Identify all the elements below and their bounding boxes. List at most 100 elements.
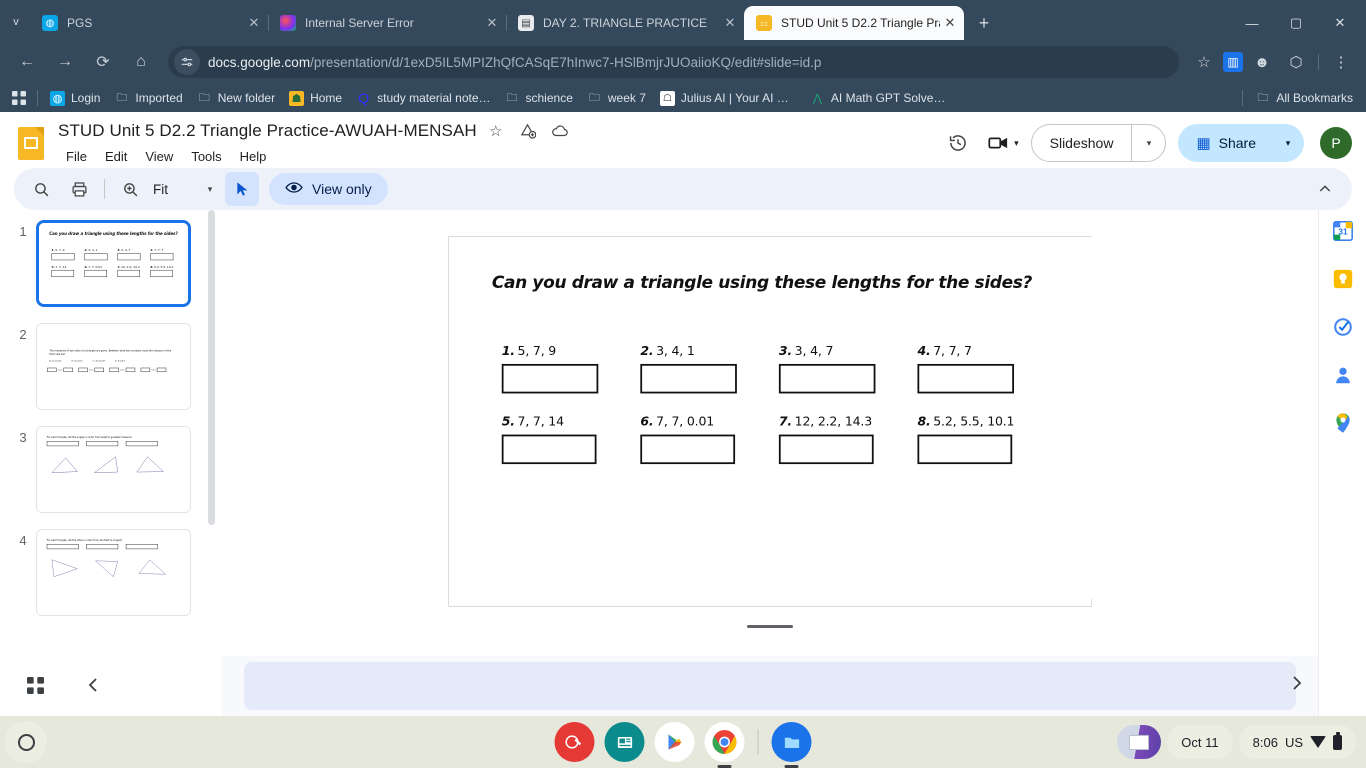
system-tray[interactable]: 8:06 US: [1238, 725, 1356, 759]
avatar[interactable]: P: [1320, 127, 1352, 159]
google-maps-icon[interactable]: [1332, 412, 1354, 434]
bookmark-week7[interactable]: 🗀 week 7: [580, 89, 653, 108]
answer-box-3[interactable]: [778, 363, 876, 394]
thumbnail-slide-4[interactable]: 4 For each triangle, list the sides in o…: [10, 529, 222, 616]
tab-internal-server-error[interactable]: Internal Server Error ✕: [268, 6, 506, 40]
camera-icon[interactable]: [983, 124, 1013, 162]
forward-button[interactable]: →: [49, 46, 81, 78]
bookmark-login[interactable]: ◍ Login: [43, 89, 107, 108]
menu-file[interactable]: File: [58, 147, 95, 166]
window-preview-thumbnail[interactable]: [1117, 725, 1162, 759]
slideshow-options-button[interactable]: ▾: [1131, 125, 1165, 161]
close-icon[interactable]: ✕: [482, 13, 502, 33]
bookmark-home[interactable]: ☗ Home: [282, 89, 349, 108]
extension-blue-icon[interactable]: ▥: [1223, 52, 1243, 72]
all-bookmarks-button[interactable]: 🗀 All Bookmarks: [1248, 89, 1360, 108]
bookmark-ai-math-gpt[interactable]: ⋀ AI Math GPT Solver…: [803, 89, 953, 108]
close-icon[interactable]: ✕: [720, 13, 740, 33]
thumbnail-slide-1[interactable]: 1 Can you draw a triangle using these le…: [10, 220, 222, 307]
slide-thumbnail[interactable]: Can you draw a triangle using these leng…: [36, 220, 191, 307]
print-icon[interactable]: [62, 172, 96, 206]
google-tasks-icon[interactable]: [1332, 316, 1354, 338]
share-button[interactable]: ▦ Share: [1178, 124, 1272, 162]
answer-box-6[interactable]: [640, 434, 736, 465]
answer-box-1[interactable]: [501, 363, 599, 394]
chevron-up-icon[interactable]: [1308, 172, 1342, 206]
bookmark-julius-ai[interactable]: ☖ Julius AI | Your AI D…: [653, 89, 803, 108]
chrome-icon[interactable]: [704, 722, 745, 768]
slide-thumbnail[interactable]: For each triangle, list the sides in ord…: [36, 529, 191, 616]
menu-view[interactable]: View: [137, 147, 181, 166]
answer-box-8[interactable]: [917, 434, 1013, 465]
chevron-right-icon[interactable]: [1290, 675, 1304, 696]
bookmark-new-folder[interactable]: 🗀 New folder: [190, 89, 282, 108]
thumbnail-slide-3[interactable]: 3 For each triangle, list the angles in …: [10, 426, 222, 513]
date-pod[interactable]: Oct 11: [1167, 725, 1233, 759]
share-options-button[interactable]: ▾: [1272, 124, 1304, 162]
menu-help[interactable]: Help: [232, 147, 275, 166]
zoom-icon[interactable]: [113, 172, 147, 206]
tab-stud-unit5-triangle-practice[interactable]: ▭ STUD Unit 5 D2.2 Triangle Prac ✕: [744, 6, 964, 40]
google-contacts-icon[interactable]: [1332, 364, 1354, 386]
slide-thumbnail[interactable]: The measures of two sides of a triangle …: [36, 323, 191, 410]
notes-resize-handle[interactable]: [747, 625, 793, 628]
answer-box-4[interactable]: [917, 363, 1015, 394]
launcher-icon[interactable]: [5, 721, 47, 763]
reload-button[interactable]: ⟳: [87, 46, 119, 78]
select-cursor-icon[interactable]: [225, 172, 259, 206]
maximize-button[interactable]: ▢: [1274, 6, 1318, 40]
tab-day2-triangle-practice[interactable]: ▤ DAY 2. TRIANGLE PRACTICE ✕: [506, 6, 744, 40]
zoom-level-select[interactable]: Fit ▾: [149, 174, 223, 204]
google-keep-icon[interactable]: [1332, 268, 1354, 290]
chrome-menu-button[interactable]: ⋮: [1326, 47, 1356, 77]
tab-search-button[interactable]: v: [2, 5, 30, 39]
answer-box-2[interactable]: [640, 363, 737, 394]
slide-thumbnail[interactable]: For each triangle, list the angles in or…: [36, 426, 191, 513]
slideshow-button[interactable]: Slideshow: [1032, 125, 1132, 161]
meet-button-group[interactable]: ▾: [983, 124, 1025, 162]
menu-tools[interactable]: Tools: [183, 147, 229, 166]
answer-box-5[interactable]: [501, 434, 597, 465]
current-slide[interactable]: Can you draw a triangle using these leng…: [448, 236, 1093, 607]
history-icon[interactable]: [939, 124, 977, 162]
move-to-drive-icon[interactable]: [515, 118, 541, 144]
close-window-button[interactable]: ✕: [1318, 6, 1362, 40]
google-calendar-icon[interactable]: 31: [1332, 220, 1354, 242]
play-store-icon[interactable]: [654, 722, 695, 762]
extensions-puzzle-icon[interactable]: ⬡: [1281, 47, 1311, 77]
answer-box-7[interactable]: [778, 434, 874, 465]
share-button-group[interactable]: ▦ Share ▾: [1178, 124, 1304, 162]
bookmark-star-icon[interactable]: ☆: [1189, 47, 1219, 77]
files-app-icon[interactable]: [771, 722, 812, 768]
search-icon[interactable]: [24, 172, 58, 206]
speaker-notes-field[interactable]: [244, 662, 1296, 710]
back-button[interactable]: ←: [11, 46, 43, 78]
thumbnail-slide-2[interactable]: 2 The measures of two sides of a triangl…: [10, 323, 222, 410]
chevron-down-icon[interactable]: ▾: [1014, 138, 1019, 149]
minimize-button[interactable]: —: [1230, 6, 1274, 40]
chevron-left-icon[interactable]: [80, 672, 106, 698]
slide-number: 3: [19, 430, 27, 445]
filmstrip-scrollbar[interactable]: [208, 210, 215, 525]
apps-grid-icon[interactable]: [6, 89, 32, 107]
news-app-icon[interactable]: [604, 722, 645, 762]
slideshow-button-group[interactable]: Slideshow ▾: [1030, 124, 1167, 162]
url-input[interactable]: docs.google.com/presentation/d/1exD5IL5M…: [168, 46, 1179, 78]
cloud-saved-icon[interactable]: [547, 118, 573, 144]
home-button[interactable]: ⌂: [125, 46, 157, 78]
menu-edit[interactable]: Edit: [97, 147, 135, 166]
view-only-badge[interactable]: View only: [269, 173, 388, 205]
bookmark-study-material[interactable]: Q study material note…: [349, 89, 497, 108]
extension-dark-icon[interactable]: ☻: [1247, 47, 1277, 77]
canvas-app-icon[interactable]: [554, 722, 595, 762]
star-icon[interactable]: ☆: [483, 118, 509, 144]
close-icon[interactable]: ✕: [940, 13, 960, 33]
close-icon[interactable]: ✕: [244, 13, 264, 33]
bookmark-schience[interactable]: 🗀 schience: [498, 89, 580, 108]
page-title[interactable]: STUD Unit 5 D2.2 Triangle Practice-AWUAH…: [58, 121, 477, 141]
bookmark-imported[interactable]: 🗀 Imported: [107, 89, 189, 108]
grid-view-icon[interactable]: [22, 672, 48, 698]
new-tab-button[interactable]: +: [970, 9, 998, 37]
tab-pgs[interactable]: ◍ PGS ✕: [30, 6, 268, 40]
site-settings-icon[interactable]: [174, 49, 200, 75]
